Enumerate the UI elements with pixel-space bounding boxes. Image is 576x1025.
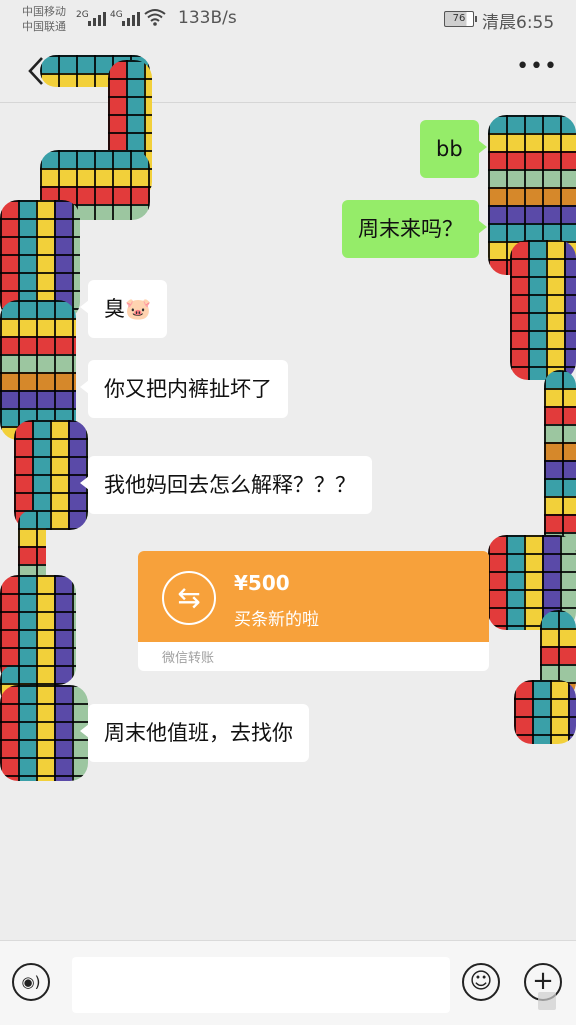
network-type-1: 2G xyxy=(76,10,89,20)
clock: 清晨6:55 xyxy=(482,13,555,33)
message-bubble-outgoing[interactable]: bb xyxy=(420,120,487,178)
battery-level: 76 xyxy=(452,13,466,24)
redaction-mosaic xyxy=(510,240,576,380)
message-bubble-outgoing[interactable]: 周末来吗？ xyxy=(342,200,487,258)
message-bubble-incoming[interactable]: 你又把内裤扯坏了 xyxy=(80,360,288,418)
network-speed: 133B/s xyxy=(178,8,237,28)
more-dots-icon[interactable]: ••• xyxy=(516,54,558,79)
signal-bars-1-icon xyxy=(88,10,106,26)
watermark-icon xyxy=(538,992,556,1010)
wechat-transfer-card[interactable]: ⇆ ¥500 买条新的啦 微信转账 xyxy=(138,551,489,671)
carrier-labels: 中国移动 中国联通 xyxy=(22,4,66,34)
emoji-icon[interactable]: ☺ xyxy=(462,963,500,1001)
transfer-note: 买条新的啦 xyxy=(234,610,319,630)
carrier-1: 中国移动 xyxy=(22,5,66,18)
message-bubble-incoming[interactable]: 我他妈回去怎么解释？？？ xyxy=(80,456,372,514)
message-bubble-incoming[interactable]: 周末他值班，去找你 xyxy=(80,704,309,762)
chat-input-bar: ◉) ☺ + xyxy=(0,940,576,1025)
carrier-2: 中国联通 xyxy=(22,20,66,33)
message-input[interactable] xyxy=(72,957,450,1013)
redaction-mosaic xyxy=(514,680,576,744)
voice-icon[interactable]: ◉) xyxy=(12,963,50,1001)
transfer-amount: ¥500 xyxy=(234,571,290,595)
redaction-mosaic xyxy=(0,685,88,781)
message-bubble-incoming[interactable]: 臭🐷 xyxy=(79,280,168,338)
wifi-icon xyxy=(144,9,166,26)
redaction-mosaic xyxy=(0,300,76,440)
transfer-arrows-icon: ⇆ xyxy=(162,571,216,625)
battery-icon: 76 xyxy=(444,11,477,27)
status-bar: 中国移动 中国联通 2G 4G 133B/s 76 清晨6:55 xyxy=(0,0,576,40)
network-type-2: 4G xyxy=(110,10,123,20)
signal-bars-2-icon xyxy=(122,10,140,26)
transfer-footer-label: 微信转账 xyxy=(162,651,215,666)
